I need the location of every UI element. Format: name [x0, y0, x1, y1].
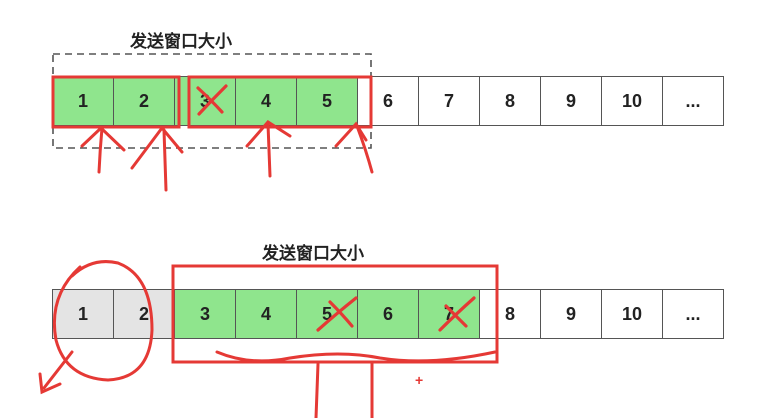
arrow-under-5 — [355, 124, 374, 174]
arrowhead-under-1 — [80, 125, 126, 152]
arrow-under-2 — [162, 128, 168, 192]
sliding-window-diagram: 发送窗口大小 1 2 3 4 5 6 7 8 9 10 ... 发送窗口大小 1… — [0, 0, 776, 418]
top-cross-mark — [196, 84, 228, 116]
brace-curve — [215, 350, 497, 363]
plus-mark: + — [415, 372, 424, 388]
arrow-under-1 — [97, 126, 104, 174]
arrow-under-4 — [266, 122, 272, 178]
circle-arrow-shaft — [42, 350, 74, 390]
top-red-box-3-5 — [187, 75, 373, 129]
brace-pillar-left — [314, 362, 320, 418]
bottom-circle-annotation — [38, 260, 154, 395]
circle-around-packet-1 — [52, 260, 154, 382]
circle-arrowhead — [38, 372, 62, 395]
top-red-box-1-2 — [51, 75, 181, 129]
bottom-cross-marks — [316, 296, 476, 332]
annotation-overlay — [38, 53, 499, 418]
cross-7-a — [438, 296, 476, 332]
top-arrows — [80, 120, 374, 192]
